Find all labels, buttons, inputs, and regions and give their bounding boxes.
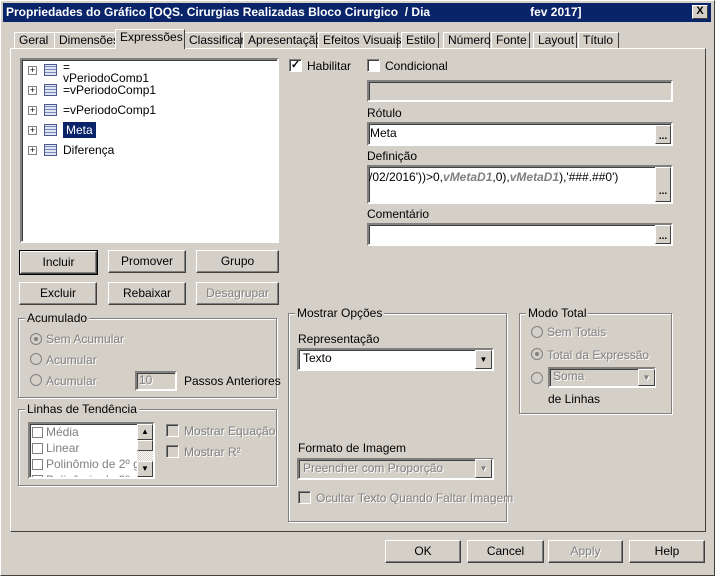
mostrar-equacao-checkbox[interactable] [166, 424, 179, 437]
trendline-checkbox[interactable] [32, 474, 43, 477]
ocultar-texto-checkbox[interactable] [298, 491, 311, 504]
tab-2[interactable]: Expressões [115, 29, 185, 49]
trendline-listbox[interactable]: MédiaLinearPolinômio de 2º grauPolinômio… [28, 422, 155, 479]
total-expressao-radio[interactable] [531, 348, 543, 360]
acumular-passos-radio[interactable] [30, 374, 42, 386]
table-icon [44, 84, 57, 96]
definicao-ellipsis-button[interactable]: ... [655, 167, 671, 202]
acumular-radio[interactable] [30, 353, 42, 365]
ok-button[interactable]: OK [385, 540, 461, 563]
tab-5[interactable]: Efeitos Visuais [318, 32, 402, 49]
tab-0[interactable]: Geral [14, 32, 58, 49]
trendline-checkbox[interactable] [32, 458, 43, 470]
tree-item[interactable]: + =vPeriodoComp1 [28, 101, 156, 119]
expand-icon[interactable]: + [28, 145, 37, 155]
scrollbar[interactable]: ▲ ▼ [137, 424, 153, 477]
mostrar-r2-checkbox[interactable] [166, 445, 179, 458]
promover-button[interactable]: Promover [108, 250, 186, 273]
tab-1[interactable]: Dimensões [54, 32, 119, 49]
cancel-button[interactable]: Cancel [467, 540, 544, 563]
table-icon [44, 144, 57, 156]
title-bar: Propriedades do Gráfico [OQS. Cirurgias … [3, 3, 711, 22]
tab-3[interactable]: Classificar [184, 32, 244, 49]
comentario-ellipsis-button[interactable]: ... [655, 225, 671, 244]
sem-totais-radio[interactable] [531, 326, 543, 338]
habilitar-checkbox[interactable]: ✓ [289, 59, 302, 72]
rotulo-input[interactable]: Meta [367, 122, 673, 146]
expand-icon[interactable]: + [28, 85, 37, 95]
sem-acumular-radio[interactable] [30, 333, 42, 345]
tree-item[interactable]: + Diferença [28, 141, 114, 159]
table-icon [44, 124, 57, 136]
trendline-item[interactable]: Média [32, 425, 79, 439]
tree-item-selected[interactable]: + Meta [28, 121, 96, 139]
tab-10[interactable]: Título [578, 32, 619, 49]
condicional-input[interactable] [367, 80, 673, 102]
representacao-select[interactable]: Texto [297, 348, 494, 371]
tree-item[interactable]: + = vPeriodoComp1 [28, 60, 149, 82]
rebaixar-button[interactable]: Rebaixar [108, 282, 186, 305]
table-icon [44, 104, 57, 116]
tab-7[interactable]: Número [443, 32, 491, 49]
close-button[interactable]: X [692, 5, 708, 19]
tab-4[interactable]: Apresentação [243, 32, 322, 49]
trendline-item[interactable]: Linear [32, 441, 79, 455]
apply-button[interactable]: Apply [548, 540, 623, 563]
chevron-down-icon[interactable]: ▼ [638, 369, 655, 386]
help-button[interactable]: Help [629, 540, 705, 563]
tab-9[interactable]: Layout [533, 32, 577, 49]
scroll-thumb[interactable] [137, 440, 153, 451]
table-icon [44, 64, 57, 76]
grupo-button[interactable]: Grupo [196, 250, 279, 273]
definicao-input[interactable]: /02/2016'))>0,vMetaD1,0),vMetaD1),'###.#… [367, 165, 673, 204]
agregacao-radio[interactable] [531, 372, 543, 384]
rotulo-ellipsis-button[interactable]: ... [655, 125, 671, 144]
expand-icon[interactable]: + [28, 66, 37, 75]
expand-icon[interactable]: + [28, 105, 37, 115]
incluir-button[interactable]: Incluir [19, 250, 98, 275]
tree-item[interactable]: + =vPeriodoComp1 [28, 81, 156, 99]
tab-6[interactable]: Estilo [401, 32, 439, 49]
trendline-label: Média [46, 425, 79, 439]
passos-spinner[interactable]: 10 [135, 371, 177, 391]
comentario-input[interactable] [367, 223, 673, 246]
chevron-down-icon[interactable]: ▼ [475, 350, 492, 369]
chevron-down-icon[interactable]: ▼ [475, 459, 492, 478]
scroll-up-icon[interactable]: ▲ [137, 424, 153, 440]
condicional-checkbox[interactable] [367, 59, 380, 72]
tab-8[interactable]: Fonte [491, 32, 530, 49]
expand-icon[interactable]: + [28, 125, 37, 135]
trendline-checkbox[interactable] [32, 442, 43, 454]
trendline-checkbox[interactable] [32, 426, 43, 438]
desagrupar-button[interactable]: Desagrupar [196, 282, 279, 305]
trendline-label: Linear [46, 441, 80, 455]
expression-tree[interactable]: + = vPeriodoComp1 + =vPeriodoComp1 + =vPer… [20, 58, 279, 243]
formato-imagem-select[interactable]: Preencher com Proporção [297, 458, 494, 480]
scroll-down-icon[interactable]: ▼ [137, 461, 153, 477]
excluir-button[interactable]: Excluir [19, 282, 97, 305]
